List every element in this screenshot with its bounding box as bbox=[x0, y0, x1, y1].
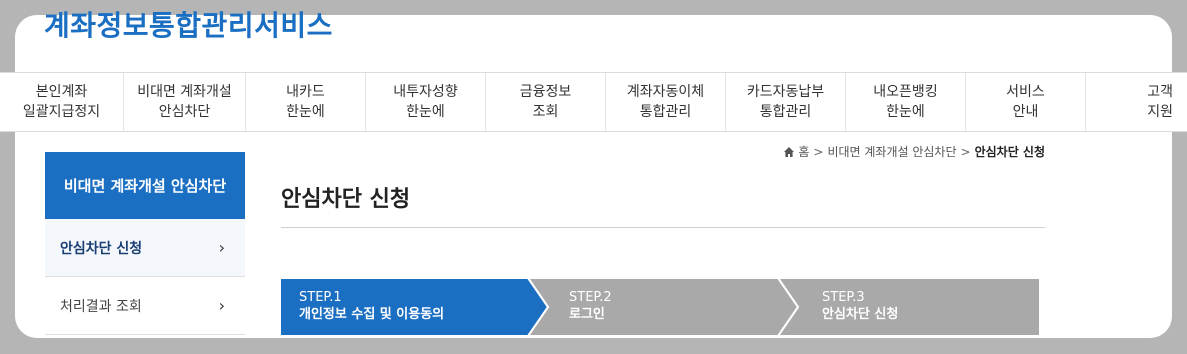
gnb-item-account-stop[interactable]: 본인계좌 일괄지급정지 bbox=[0, 73, 124, 131]
step-2-number: STEP.2 bbox=[569, 290, 612, 305]
side-nav-title: 비대면 계좌개설 안심차단 bbox=[45, 152, 245, 219]
gnb-item-label: 내카드 한눈에 bbox=[286, 84, 325, 120]
gnb-item-label: 본인계좌 일괄지급정지 bbox=[22, 84, 101, 120]
gnb-item-investment[interactable]: 내투자성향 한눈에 bbox=[366, 73, 486, 131]
gnb-item-label: 내오픈뱅킹 한눈에 bbox=[873, 84, 938, 120]
gnb-item-auto-transfer[interactable]: 계좌자동이체 통합관리 bbox=[606, 73, 726, 131]
step-3-label: 안심차단 신청 bbox=[822, 307, 899, 322]
step-2: STEP.2 로그인 bbox=[569, 289, 612, 323]
page-title: 안심차단 신청 bbox=[281, 187, 411, 212]
gnb-item-label: 고객 지원 bbox=[1147, 84, 1173, 120]
chevron-right-icon: › bbox=[218, 238, 225, 257]
breadcrumb-separator: > bbox=[813, 144, 824, 159]
step-2-label: 로그인 bbox=[569, 307, 605, 322]
gnb-item-my-card[interactable]: 내카드 한눈에 bbox=[246, 73, 366, 131]
gnb-item-label: 금융정보 조회 bbox=[519, 84, 572, 120]
step-3-shape bbox=[776, 278, 1040, 336]
side-nav-item-label: 처리결과 조회 bbox=[60, 298, 142, 315]
gnb-item-card-auto-pay[interactable]: 카드자동납부 통합관리 bbox=[726, 73, 846, 131]
side-nav-item-apply[interactable]: 안심차단 신청 › bbox=[45, 219, 245, 277]
global-nav: 본인계좌 일괄지급정지 비대면 계좌개설 안심차단 내카드 한눈에 내투자성향 한눈에 … bbox=[0, 72, 1187, 132]
breadcrumb-separator: > bbox=[960, 144, 971, 159]
gnb-item-financial-info[interactable]: 금융정보 조회 bbox=[486, 73, 606, 131]
step-indicator: STEP.1 개인정보 수집 및 이용동의 STEP.2 로그인 STEP.3 … bbox=[280, 278, 1040, 336]
gnb-item-nonface-block[interactable]: 비대면 계좌개설 안심차단 bbox=[124, 73, 246, 131]
gnb-item-label: 비대면 계좌개설 안심차단 bbox=[137, 84, 232, 120]
side-nav: 비대면 계좌개설 안심차단 안심차단 신청 › 처리결과 조회 › bbox=[45, 152, 245, 335]
chevron-right-icon: › bbox=[218, 296, 225, 315]
step-1-label: 개인정보 수집 및 이용동의 bbox=[299, 307, 445, 322]
title-divider bbox=[281, 227, 1045, 228]
step-3-number: STEP.3 bbox=[822, 290, 865, 305]
breadcrumb-level1[interactable]: 비대면 계좌개설 안심차단 bbox=[827, 143, 956, 160]
side-nav-item-result[interactable]: 처리결과 조회 › bbox=[45, 277, 245, 335]
side-nav-item-label: 안심차단 신청 bbox=[60, 240, 143, 257]
step-3: STEP.3 안심차단 신청 bbox=[822, 289, 898, 323]
home-icon[interactable] bbox=[783, 146, 795, 158]
breadcrumb-current: 안심차단 신청 bbox=[974, 145, 1045, 159]
site-title[interactable]: 계좌정보통합관리서비스 bbox=[44, 8, 333, 44]
step-1-number: STEP.1 bbox=[299, 290, 342, 305]
gnb-item-label: 서비스 안내 bbox=[1006, 84, 1045, 120]
breadcrumb: 홈 > 비대면 계좌개설 안심차단 > 안심차단 신청 bbox=[783, 143, 1045, 160]
gnb-item-open-banking[interactable]: 내오픈뱅킹 한눈에 bbox=[846, 73, 966, 131]
gnb-item-customer-support[interactable]: 고객 지원 bbox=[1086, 73, 1187, 131]
gnb-item-label: 계좌자동이체 통합관리 bbox=[626, 84, 705, 120]
step-1: STEP.1 개인정보 수집 및 이용동의 bbox=[299, 289, 444, 323]
gnb-item-service-info[interactable]: 서비스 안내 bbox=[966, 73, 1086, 131]
gnb-item-label: 내투자성향 한눈에 bbox=[393, 84, 458, 120]
gnb-item-label: 카드자동납부 통합관리 bbox=[746, 84, 825, 120]
breadcrumb-home[interactable]: 홈 bbox=[798, 143, 809, 160]
